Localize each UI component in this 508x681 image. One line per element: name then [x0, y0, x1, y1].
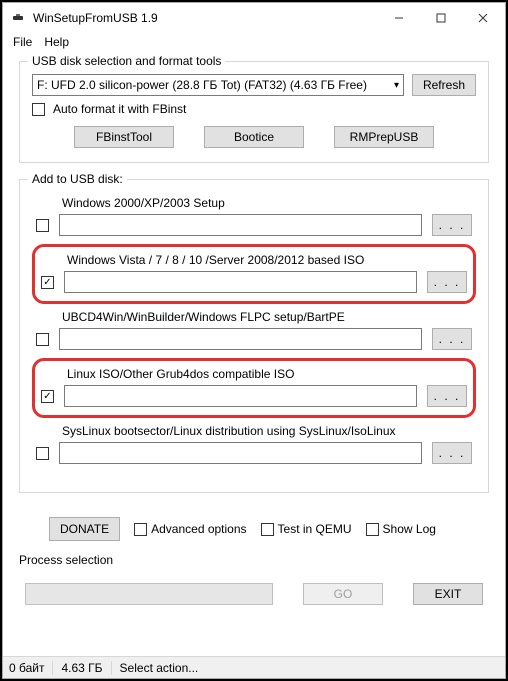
chevron-down-icon: ▾: [394, 80, 399, 91]
minimize-button[interactable]: [389, 8, 409, 28]
usb-disk-select[interactable]: F: UFD 2.0 silicon-power (28.8 ГБ Tot) (…: [32, 74, 404, 96]
usb-group-title: USB disk selection and format tools: [28, 54, 225, 68]
entry-path-input[interactable]: [64, 271, 417, 293]
window-title: WinSetupFromUSB 1.9: [33, 11, 389, 25]
maximize-button[interactable]: [431, 8, 451, 28]
process-selection-label: Process selection: [19, 553, 489, 567]
entry-label: UBCD4Win/WinBuilder/Windows FLPC setup/B…: [62, 310, 472, 324]
advanced-options-label: Advanced options: [151, 522, 246, 536]
usb-selection-group: USB disk selection and format tools F: U…: [19, 61, 489, 163]
entry-checkbox[interactable]: [36, 447, 49, 460]
entry-checkbox[interactable]: ✓: [41, 276, 54, 289]
entry-path-input[interactable]: [59, 442, 422, 464]
test-qemu-label: Test in QEMU: [278, 522, 352, 536]
exit-button[interactable]: EXIT: [413, 583, 483, 605]
rmprepusb-button[interactable]: RMPrepUSB: [334, 126, 434, 148]
entry-path-input[interactable]: [59, 214, 422, 236]
menu-file[interactable]: File: [13, 35, 32, 49]
entry-label: SysLinux bootsector/Linux distribution u…: [62, 424, 472, 438]
add-entry-0: Windows 2000/XP/2003 Setup . . .: [32, 192, 476, 242]
entry-checkbox[interactable]: [36, 333, 49, 346]
status-size: 4.63 ГБ: [61, 661, 111, 675]
entry-path-input[interactable]: [59, 328, 422, 350]
add-entry-1: Windows Vista / 7 / 8 / 10 /Server 2008/…: [32, 244, 476, 304]
autoformat-label: Auto format it with FBinst: [53, 102, 186, 116]
show-log-checkbox[interactable]: [366, 523, 379, 536]
bootice-button[interactable]: Bootice: [204, 126, 304, 148]
test-qemu-checkbox[interactable]: [261, 523, 274, 536]
entry-label: Windows Vista / 7 / 8 / 10 /Server 2008/…: [67, 253, 467, 267]
browse-button[interactable]: . . .: [427, 385, 467, 407]
status-bar: 0 байт 4.63 ГБ Select action...: [3, 656, 505, 678]
add-to-usb-group: Add to USB disk: Windows 2000/XP/2003 Se…: [19, 179, 489, 493]
browse-button[interactable]: . . .: [432, 442, 472, 464]
show-log-label: Show Log: [383, 522, 436, 536]
status-bytes: 0 байт: [9, 661, 53, 675]
browse-button[interactable]: . . .: [427, 271, 467, 293]
add-entry-4: SysLinux bootsector/Linux distribution u…: [32, 420, 476, 470]
browse-button[interactable]: . . .: [432, 214, 472, 236]
entry-checkbox[interactable]: [36, 219, 49, 232]
entry-checkbox[interactable]: ✓: [41, 390, 54, 403]
advanced-options-checkbox[interactable]: [134, 523, 147, 536]
usb-disk-selected: F: UFD 2.0 silicon-power (28.8 ГБ Tot) (…: [37, 78, 367, 92]
refresh-button[interactable]: Refresh: [412, 74, 476, 96]
close-button[interactable]: [473, 8, 493, 28]
autoformat-checkbox[interactable]: [32, 103, 45, 116]
entry-label: Linux ISO/Other Grub4dos compatible ISO: [67, 367, 467, 381]
fbinsttool-button[interactable]: FBinstTool: [74, 126, 174, 148]
donate-button[interactable]: DONATE: [49, 517, 120, 541]
add-entry-3: Linux ISO/Other Grub4dos compatible ISO ✓…: [32, 358, 476, 418]
add-group-title: Add to USB disk:: [28, 172, 127, 186]
progress-bar: [25, 583, 273, 605]
go-button[interactable]: GO: [303, 583, 383, 605]
entry-path-input[interactable]: [64, 385, 417, 407]
add-entry-2: UBCD4Win/WinBuilder/Windows FLPC setup/B…: [32, 306, 476, 356]
entry-label: Windows 2000/XP/2003 Setup: [62, 196, 472, 210]
app-icon: [11, 10, 27, 26]
status-action: Select action...: [120, 661, 199, 675]
browse-button[interactable]: . . .: [432, 328, 472, 350]
menu-help[interactable]: Help: [44, 35, 69, 49]
